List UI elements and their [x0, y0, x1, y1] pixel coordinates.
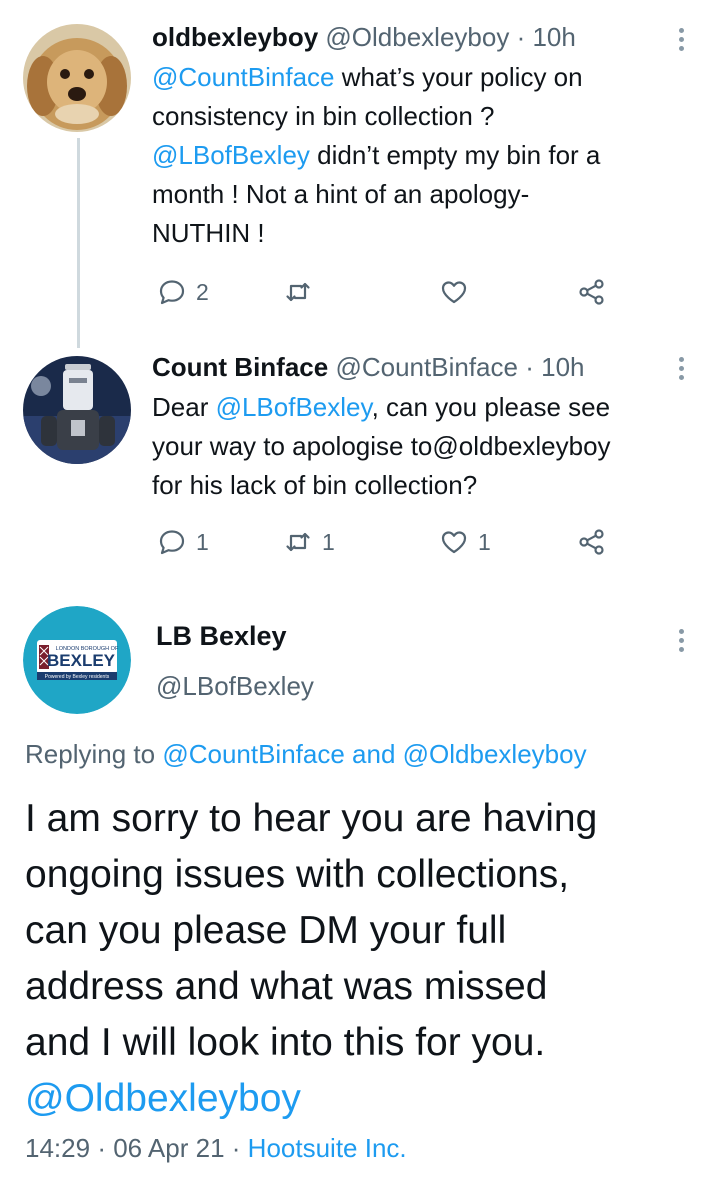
more-options-icon[interactable] [672, 354, 690, 384]
meta-separator: · [231, 1133, 241, 1163]
timestamp[interactable]: 10h [541, 352, 584, 382]
like-button[interactable]: 1 [440, 526, 491, 558]
share-button[interactable] [578, 526, 606, 558]
avatar-lbbexley[interactable]: LONDON BOROUGH OF BEXLEY Powered by Bexl… [23, 606, 131, 714]
avatar-countbinface[interactable] [23, 356, 131, 464]
reply-button[interactable]: 1 [158, 526, 209, 558]
tweet-text-line: @CountBinface what’s your policy on [152, 58, 692, 97]
tweet-text-line: month ! Not a hint of an apology- [152, 175, 692, 214]
meta-date[interactable]: 06 Apr 21 [113, 1133, 224, 1163]
retweet-icon [286, 532, 310, 552]
share-icon [579, 279, 604, 305]
tweet-text-line: consistency in bin collection ? [152, 97, 692, 136]
text-segment: didn’t empty my bin for a [309, 140, 601, 170]
text-segment: , can you please see [371, 392, 611, 422]
separator: · [516, 22, 526, 52]
main-text-line: I am sorry to hear you are having [25, 797, 598, 840]
meta-source[interactable]: Hootsuite Inc. [248, 1133, 407, 1163]
like-icon [441, 281, 467, 304]
reply-count: 1 [196, 528, 209, 555]
main-text-line: can you please DM your full [25, 909, 507, 952]
reply-button[interactable]: 2 [158, 276, 209, 308]
meta-separator: · [97, 1133, 106, 1163]
tweet-text-line: NUTHIN ! [152, 214, 692, 253]
avatar-oldbexleyboy[interactable] [23, 24, 131, 132]
more-options-icon[interactable] [672, 626, 690, 656]
mention-link[interactable]: @LBofBexley [216, 392, 372, 422]
text-segment: what’s your policy on [334, 62, 583, 92]
tweet-text-line: your way to apologise to@oldbexleyboy [152, 427, 692, 466]
meta-time[interactable]: 14:29 [25, 1133, 90, 1163]
logo-tagline: Powered by Bexley residents [45, 674, 110, 680]
separator: · [525, 352, 534, 382]
tweet-text-line: @LBofBexley didn’t empty my bin for a [152, 136, 692, 175]
replying-prefix: Replying to [25, 739, 163, 769]
replying-and: and [344, 739, 403, 769]
retweet-button[interactable] [284, 276, 322, 308]
share-button[interactable] [578, 276, 606, 308]
reply-count: 2 [196, 278, 209, 305]
tweet-text-line: for his lack of bin collection? [152, 466, 692, 505]
text-segment: Dear [152, 392, 216, 422]
main-text-line: and I will look into this for you. [25, 1021, 546, 1064]
share-icon [579, 529, 604, 555]
reply-icon [159, 530, 185, 555]
reply-icon [159, 280, 185, 305]
user-handle[interactable]: @Oldbexleyboy [325, 22, 509, 52]
tweet-countbinface[interactable]: Count Binface @CountBinface · 10h Dear @… [0, 340, 719, 590]
replying-user-countbinface[interactable]: @CountBinface [162, 739, 345, 769]
action-bar: 1 1 1 [158, 526, 618, 558]
mention-link[interactable]: @LBofBexley [152, 140, 310, 170]
like-count: 1 [478, 528, 491, 555]
main-tweet-text: I am sorry to hear you are having ongoin… [25, 791, 705, 1127]
mention-link[interactable]: @CountBinface [152, 62, 335, 92]
replying-to: Replying to @CountBinface and @Oldbexley… [25, 739, 587, 770]
timestamp[interactable]: 10h [532, 22, 575, 52]
like-icon [441, 531, 467, 554]
more-options-icon[interactable] [672, 25, 690, 55]
like-button[interactable] [440, 276, 478, 308]
user-handle[interactable]: @CountBinface [335, 352, 518, 382]
tweet-header: oldbexleyboy @Oldbexleyboy · 10h [152, 22, 576, 52]
main-text-line: address and what was missed [25, 965, 548, 1008]
retweet-icon [286, 282, 310, 302]
main-display-name[interactable]: LB Bexley [156, 621, 287, 652]
replying-user-oldbexleyboy[interactable]: @Oldbexleyboy [403, 739, 587, 769]
display-name[interactable]: oldbexleyboy [152, 22, 318, 52]
logo-word: BEXLEY [47, 651, 116, 670]
text-segment: for his lack of bin collection? [152, 470, 478, 500]
text-segment: NUTHIN ! [152, 218, 265, 248]
tweet-text: @CountBinface what’s your policy on consi… [152, 58, 692, 253]
text-segment: consistency in bin collection ? [152, 101, 495, 131]
retweet-count: 1 [322, 528, 335, 555]
tweet-text-line: Dear @LBofBexley, can you please see [152, 388, 692, 427]
tweet-meta: 14:29 · 06 Apr 21 · Hootsuite Inc. [25, 1133, 407, 1164]
tweet-oldbexleyboy[interactable]: oldbexleyboy @Oldbexleyboy · 10h @CountB… [0, 0, 719, 340]
main-user-handle[interactable]: @LBofBexley [156, 671, 314, 702]
main-text-line: ongoing issues with collections, [25, 853, 570, 896]
text-segment: your way to apologise to@oldbexleyboy [152, 431, 611, 461]
text-segment: month ! Not a hint of an apology- [152, 179, 530, 209]
tweet-header: Count Binface @CountBinface · 10h [152, 352, 585, 382]
action-bar: 2 [158, 276, 618, 308]
main-text-mention[interactable]: @Oldbexleyboy [25, 1071, 705, 1127]
retweet-button[interactable]: 1 [284, 526, 335, 558]
tweet-text: Dear @LBofBexley, can you please see your… [152, 388, 692, 505]
display-name[interactable]: Count Binface [152, 352, 328, 382]
